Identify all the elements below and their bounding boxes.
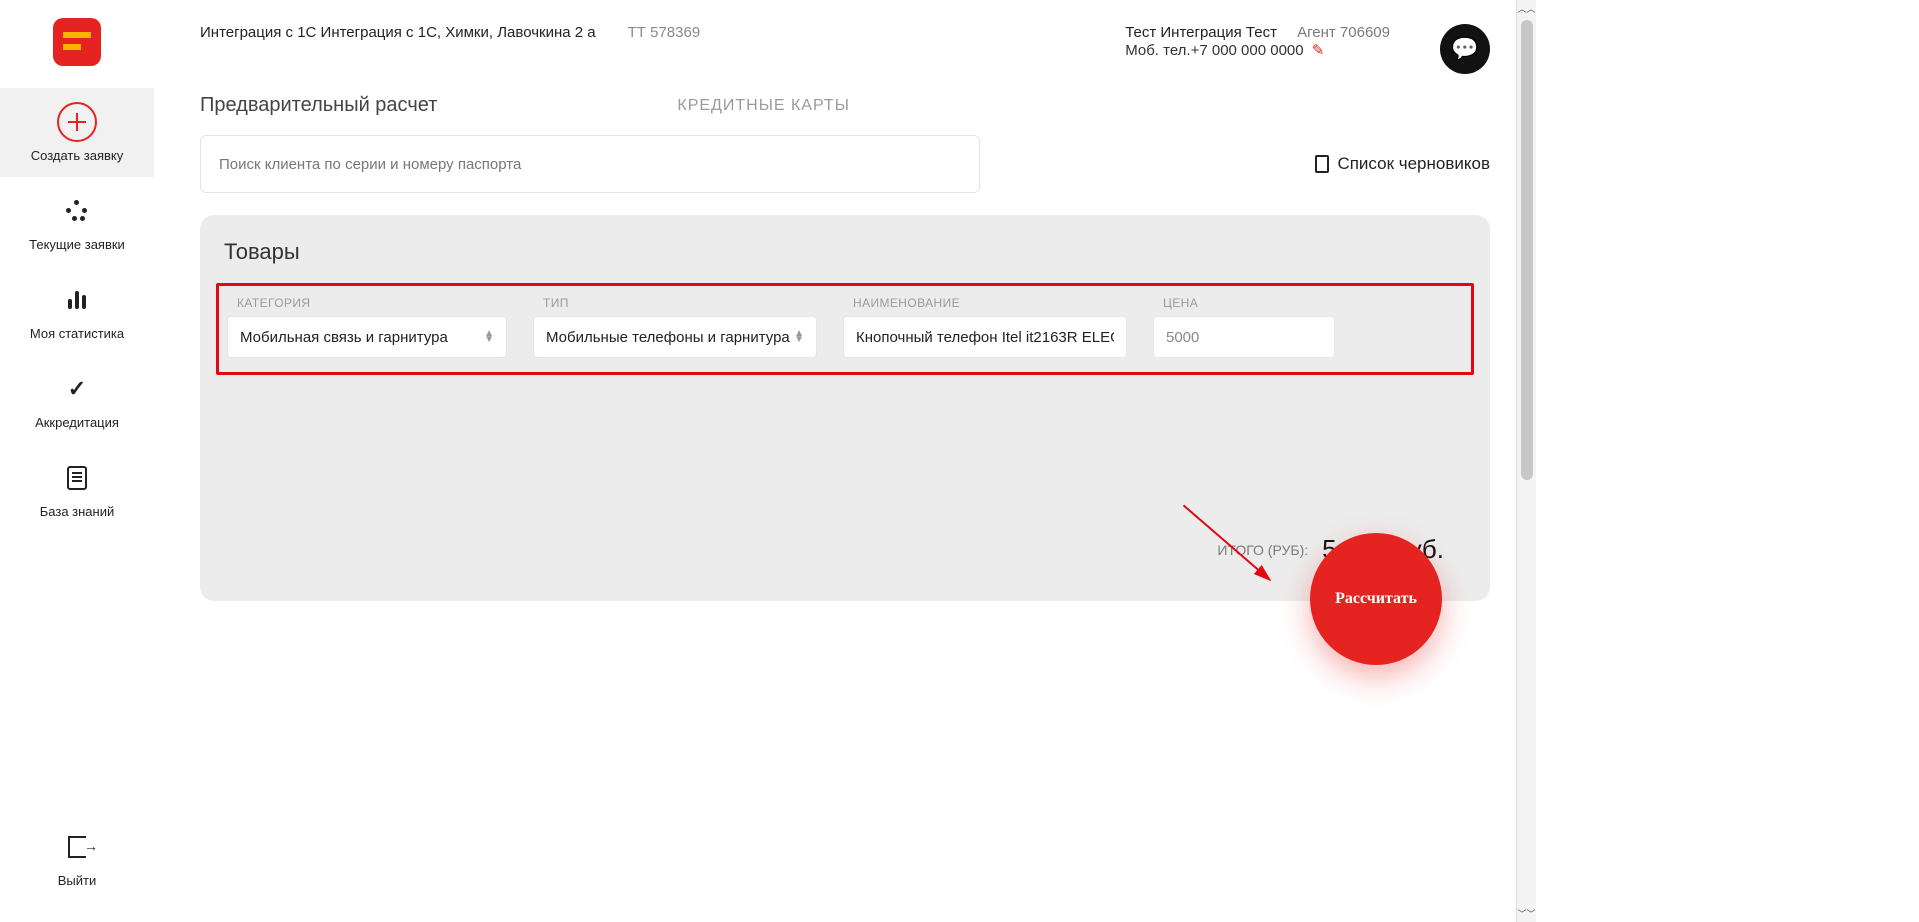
type-value: Мобильные телефоны и гарнитура [546,329,790,346]
scroll-down-icon[interactable]: ﹀﹀ [1517,907,1535,920]
category-value: Мобильная связь и гарнитура [240,329,448,346]
price-input[interactable] [1153,316,1335,358]
app-logo [53,18,101,66]
calculate-label: Рассчитать [1335,590,1417,608]
plus-icon [57,102,97,142]
search-placeholder: Поиск клиента по серии и номеру паспорта [219,156,521,173]
products-title: Товары [200,239,1490,277]
nav-exit[interactable]: Выйти [0,813,154,902]
label-type: ТИП [533,296,817,310]
check-icon: ✓ [68,376,86,402]
header-phone: +7 000 000 0000 [1191,42,1304,59]
exit-icon [68,836,86,858]
chat-icon: 💬 [1451,36,1478,62]
chevron-updown-icon: ▲▼ [794,331,804,343]
book-icon [67,466,87,490]
calculate-button[interactable]: Рассчитать [1310,533,1442,665]
document-icon [1315,155,1329,173]
chat-button[interactable]: 💬 [1440,24,1490,74]
nav-current-requests[interactable]: Текущие заявки [0,177,154,266]
drafts-link[interactable]: Список черновиков [1315,154,1490,174]
header-user-block: Тест Интеграция Тест Агент 706609 Моб. т… [1125,24,1390,59]
header-agent: Агент 706609 [1297,24,1390,41]
sidebar: Создать заявку Текущие заявки Моя статис… [0,0,154,922]
chevron-updown-icon: ▲▼ [484,331,494,343]
category-select[interactable]: Мобильная связь и гарнитура ▲▼ [227,316,507,358]
nav-accreditation[interactable]: ✓ Аккредитация [0,355,154,444]
nav-stats-label: Моя статистика [30,326,124,341]
name-input-field[interactable] [856,329,1114,346]
products-panel: Товары КАТЕГОРИЯ Мобильная связь и гарни… [200,215,1490,601]
nav-create-label: Создать заявку [31,148,124,163]
nav-accreditation-label: Аккредитация [35,415,119,430]
nav-create-request[interactable]: Создать заявку [0,88,154,177]
nav-knowledge-label: База знаний [40,504,115,519]
header-org: Интеграция с 1С Интеграция с 1С, Химки, … [200,24,596,41]
bars-icon [68,291,86,309]
scroll-up-icon[interactable]: ︿︿ [1517,2,1535,15]
tab-preliminary[interactable]: Предварительный расчет [200,94,437,117]
type-select[interactable]: Мобильные телефоны и гарнитура ▲▼ [533,316,817,358]
tabs: Предварительный расчет КРЕДИТНЫЕ КАРТЫ [154,84,1536,117]
name-input[interactable] [843,316,1127,358]
total-label: ИТОГО (РУБ): [1217,542,1308,558]
header-phone-label: Моб. тел. [1125,42,1190,59]
scrollbar-thumb[interactable] [1521,20,1533,480]
label-price: ЦЕНА [1153,296,1335,310]
header: Интеграция с 1С Интеграция с 1С, Химки, … [154,0,1536,84]
label-name: НАИМЕНОВАНИЕ [843,296,1127,310]
main-content: Интеграция с 1С Интеграция с 1С, Химки, … [154,0,1536,922]
nav-my-stats[interactable]: Моя статистика [0,266,154,355]
header-user: Тест Интеграция Тест [1125,24,1277,41]
field-name: НАИМЕНОВАНИЕ [843,296,1127,358]
edit-phone-icon[interactable]: ✎ [1312,42,1325,59]
nav-knowledge-base[interactable]: База знаний [0,444,154,533]
nav-exit-label: Выйти [58,873,97,888]
price-input-field[interactable] [1166,329,1322,346]
field-price: ЦЕНА [1153,296,1335,358]
nav-current-label: Текущие заявки [29,237,125,252]
dots-icon [66,200,88,222]
drafts-label: Список черновиков [1337,154,1490,174]
product-row-highlight: КАТЕГОРИЯ Мобильная связь и гарнитура ▲▼… [216,283,1474,375]
browser-scrollbar[interactable]: ︿︿ ﹀﹀ [1516,0,1536,922]
header-tt: ТТ 578369 [628,24,701,41]
field-category: КАТЕГОРИЯ Мобильная связь и гарнитура ▲▼ [227,296,507,358]
tab-credit-cards[interactable]: КРЕДИТНЫЕ КАРТЫ [677,97,850,115]
field-type: ТИП Мобильные телефоны и гарнитура ▲▼ [533,296,817,358]
client-search-input[interactable]: Поиск клиента по серии и номеру паспорта [200,135,980,193]
label-category: КАТЕГОРИЯ [227,296,507,310]
